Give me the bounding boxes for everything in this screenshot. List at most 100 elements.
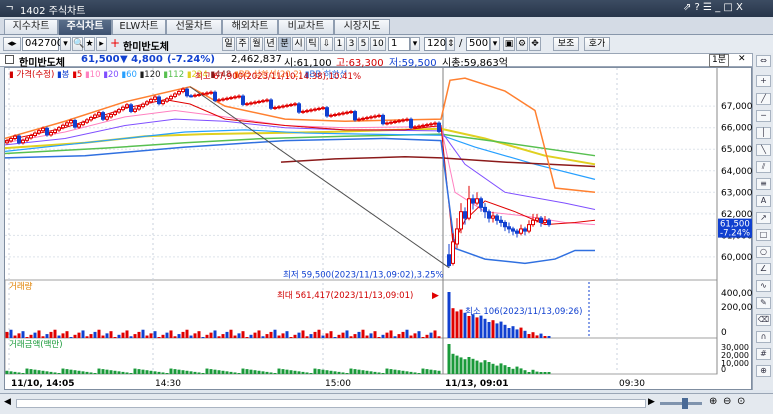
grid-icon[interactable]: ✥ xyxy=(529,37,541,51)
close-icon[interactable]: ✕ xyxy=(738,54,746,64)
volume-bar xyxy=(109,331,113,338)
tab-compare-chart[interactable]: 비교차트 xyxy=(278,19,334,34)
magnet-icon[interactable]: ∩ xyxy=(756,331,771,343)
stock-code-input[interactable]: 042700 xyxy=(22,37,63,51)
time-axis-label: 09:30 xyxy=(619,379,645,389)
candle-body xyxy=(341,112,345,115)
line-tool-icon[interactable]: ╱ xyxy=(756,93,771,105)
candle-body xyxy=(309,109,313,112)
volume-bar xyxy=(329,331,333,338)
amount-bar xyxy=(161,372,165,374)
chart-area[interactable]: 67,00066,00065,00064,00063,00062,00061,0… xyxy=(4,67,758,391)
candle-body xyxy=(77,124,81,128)
candle-body xyxy=(301,110,305,113)
count-input[interactable]: 120 xyxy=(424,37,446,51)
angle-tool-icon[interactable]: ∠ xyxy=(756,263,771,275)
scroll-left-icon[interactable]: ◀ xyxy=(4,397,11,407)
period-day[interactable]: 일 xyxy=(222,37,235,51)
star-icon[interactable]: ★ xyxy=(84,37,95,51)
chart-svg[interactable]: 67,00066,00065,00064,00063,00062,00061,0… xyxy=(4,68,758,391)
amount-bar xyxy=(409,371,413,374)
eraser-icon[interactable]: ⌫ xyxy=(756,314,771,326)
total-input[interactable]: 500 xyxy=(466,37,490,51)
amount-bar xyxy=(309,373,313,374)
volume-bar xyxy=(357,331,361,338)
next-arrow-icon[interactable]: ▸ xyxy=(96,37,107,51)
period-tick[interactable]: 틱 xyxy=(306,37,319,51)
tab-elw-chart[interactable]: ELW차트 xyxy=(112,19,166,34)
quote-button[interactable]: 호가 xyxy=(584,37,610,51)
volume-bar xyxy=(313,331,317,338)
amount-bar xyxy=(325,370,329,374)
save-icon[interactable]: ▣ xyxy=(503,37,515,51)
amount-bar xyxy=(377,372,381,374)
arrow-tool-icon[interactable]: ↗ xyxy=(756,212,771,224)
unit-input[interactable]: 1 xyxy=(388,37,410,51)
tab-index-chart[interactable]: 지수차트 xyxy=(4,19,58,34)
period-week[interactable]: 주 xyxy=(236,37,249,51)
candle-body xyxy=(205,92,209,95)
horizontal-line-icon[interactable]: ─ xyxy=(756,110,771,122)
window-controls[interactable]: ⇗ ? ☰ _ □ X xyxy=(683,2,743,13)
vertical-line-icon[interactable]: │ xyxy=(756,127,771,139)
zoom-slider[interactable] xyxy=(660,402,702,405)
interval-10[interactable]: 10 xyxy=(370,37,386,51)
total-dropdown[interactable]: ▾ xyxy=(490,37,500,51)
trend-icon[interactable]: ╲ xyxy=(756,144,771,156)
amount-bar xyxy=(297,371,301,374)
zoom-tool-icon[interactable]: ⊕ xyxy=(756,365,771,377)
period-month[interactable]: 월 xyxy=(250,37,263,51)
tab-overseas-chart[interactable]: 해외차트 xyxy=(222,19,278,34)
checkbox-icon[interactable] xyxy=(5,55,14,64)
volume-bar xyxy=(425,334,429,338)
info-pct: (-7.24%) xyxy=(167,54,215,65)
tab-stock-chart[interactable]: 주식차트 xyxy=(58,19,112,35)
search-icon[interactable]: 🔍 xyxy=(72,37,84,51)
volume-bar xyxy=(149,333,153,338)
tab-futures-chart[interactable]: 선물차트 xyxy=(166,19,222,34)
zoom-out-icon[interactable]: ⊖ xyxy=(723,396,731,407)
volume-bar xyxy=(117,334,121,338)
pen-tool-icon[interactable]: ✎ xyxy=(756,297,771,309)
volume-bar xyxy=(25,337,29,338)
candle-body xyxy=(165,98,169,102)
amount-bar xyxy=(65,369,69,374)
scroll-right-icon[interactable]: ▶ xyxy=(648,397,655,407)
scroll-track[interactable] xyxy=(16,399,646,408)
nav-prev-button[interactable]: ◂▸ xyxy=(3,37,21,51)
view-button[interactable]: 보조 xyxy=(553,37,579,51)
fibonacci-icon[interactable]: ≡ xyxy=(756,178,771,190)
text-tool-icon[interactable]: A xyxy=(756,195,771,207)
channel-icon[interactable]: ⫽ xyxy=(756,161,771,173)
candle-body xyxy=(337,113,341,116)
volume-bar xyxy=(121,332,125,338)
wave-tool-icon[interactable]: ∿ xyxy=(756,280,771,292)
crosshair-icon[interactable]: + xyxy=(756,75,771,87)
period-hour[interactable]: 시 xyxy=(292,37,305,51)
volume-bar xyxy=(293,334,297,338)
count-spinner[interactable]: ⇕ xyxy=(446,37,455,51)
download-icon[interactable]: ⇩ xyxy=(320,37,333,51)
zoom-slider-handle[interactable] xyxy=(682,398,688,409)
zoom-in-icon[interactable]: ⊕ xyxy=(709,396,717,407)
zoom-reset-icon[interactable]: ⊙ xyxy=(737,396,745,407)
circle-tool-icon[interactable]: ○ xyxy=(756,246,771,258)
candle-body xyxy=(109,113,113,118)
volume-bar xyxy=(229,329,233,338)
code-dropdown-button[interactable]: ▾ xyxy=(60,37,71,51)
interval-3[interactable]: 3 xyxy=(346,37,357,51)
expand-icon[interactable]: ⇔ xyxy=(756,55,771,67)
period-minute[interactable]: 분 xyxy=(278,37,291,51)
unit-dropdown[interactable]: ▾ xyxy=(410,37,420,51)
candle-body xyxy=(385,122,389,125)
settings-icon[interactable]: ⚙ xyxy=(516,37,528,51)
period-year[interactable]: 년 xyxy=(264,37,277,51)
square-tool-icon[interactable]: □ xyxy=(756,229,771,241)
interval-5[interactable]: 5 xyxy=(358,37,369,51)
amount-bar xyxy=(217,370,221,374)
grid-tool-icon[interactable]: # xyxy=(756,348,771,360)
tab-market-map[interactable]: 시장지도 xyxy=(334,19,390,34)
interval-badge[interactable]: 1분 xyxy=(709,54,730,67)
volume-bar xyxy=(101,335,105,338)
interval-1[interactable]: 1 xyxy=(334,37,345,51)
